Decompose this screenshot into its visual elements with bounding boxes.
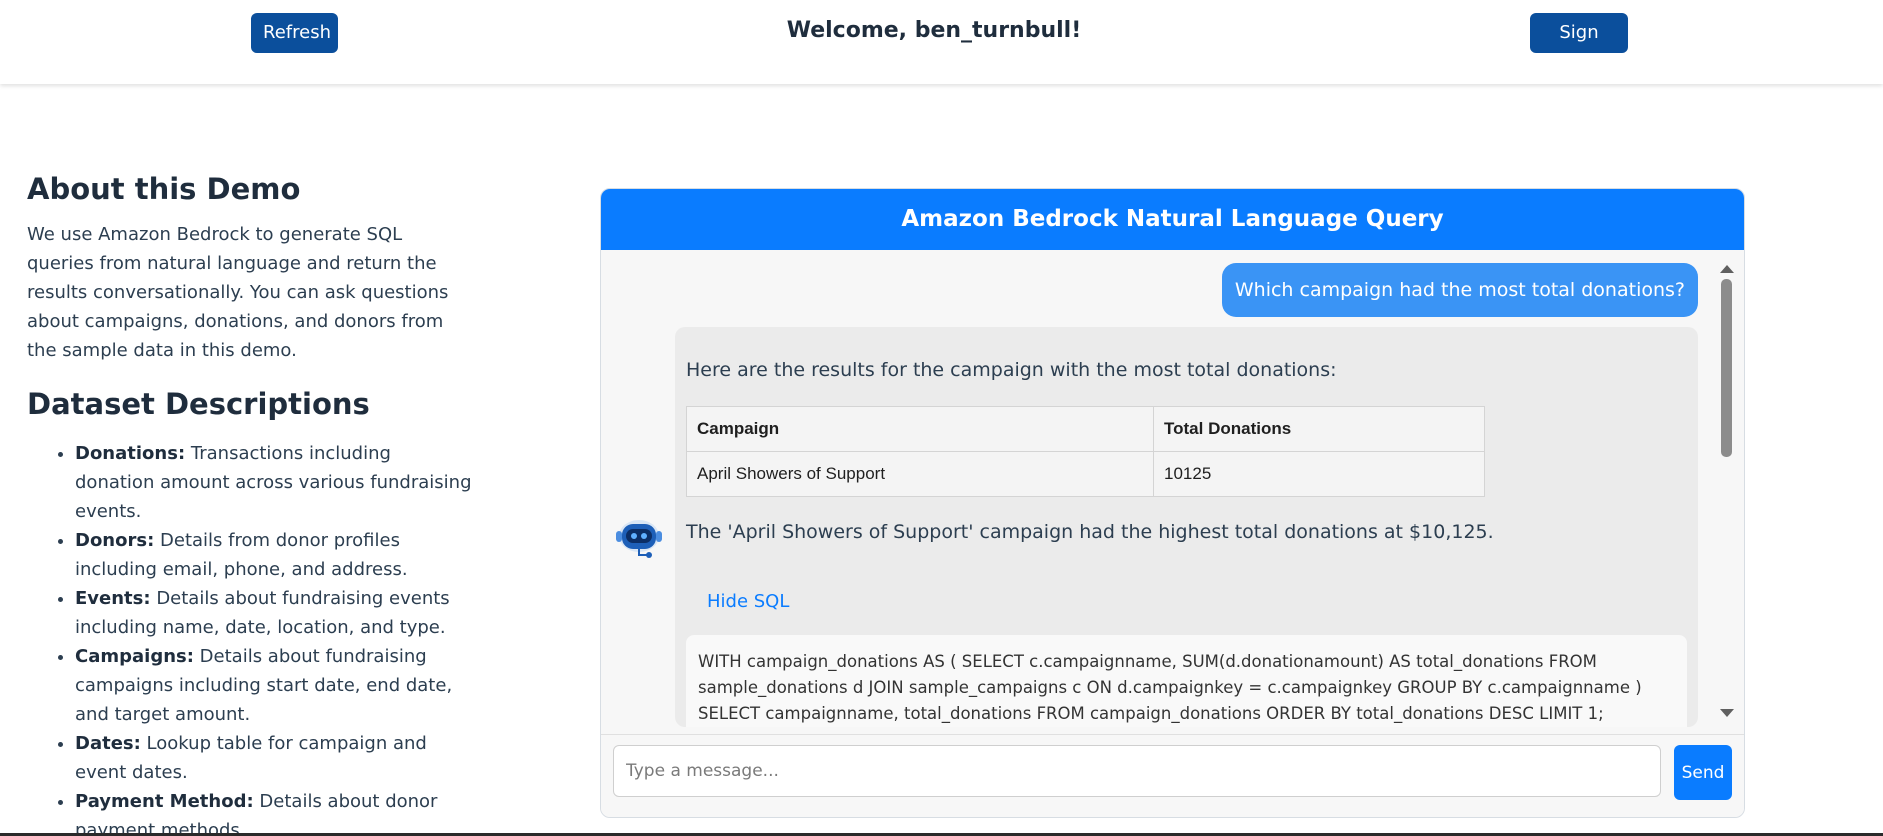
dataset-name: Events: xyxy=(75,588,151,609)
scroll-down-arrow-icon[interactable] xyxy=(1720,709,1734,717)
sql-query-box: WITH campaign_donations AS ( SELECT c.ca… xyxy=(686,635,1687,727)
dataset-name: Donors: xyxy=(75,530,155,551)
message-input[interactable] xyxy=(613,745,1661,797)
dataset-item: Dates: Lookup table for campaign and eve… xyxy=(75,729,475,787)
user-message-bubble: Which campaign had the most total donati… xyxy=(1221,263,1698,317)
dataset-item: Donations: Transactions including donati… xyxy=(75,439,475,526)
column-header: Total Donations xyxy=(1153,406,1485,452)
bot-message-bubble: Here are the results for the campaign wi… xyxy=(675,327,1698,727)
about-text: We use Amazon Bedrock to generate SQL qu… xyxy=(27,224,449,361)
sign-out-button[interactable]: Sign Out xyxy=(1530,13,1628,83)
scrollbar-thumb[interactable] xyxy=(1721,279,1732,457)
table-cell: April Showers of Support xyxy=(686,451,1154,497)
results-table: Campaign Total Donations April Showers o… xyxy=(686,406,1485,497)
table-row: April Showers of Support 10125 xyxy=(686,451,1485,497)
table-header-row: Campaign Total Donations xyxy=(686,406,1485,452)
top-navbar: Refresh Welcome, ben_turnbull! Sign Out xyxy=(0,0,1883,84)
bot-intro-text: Here are the results for the campaign wi… xyxy=(686,359,1337,381)
about-title: About this Demo xyxy=(27,172,301,206)
dataset-item: Payment Method: Details about donor paym… xyxy=(75,787,475,836)
chat-title: Amazon Bedrock Natural Language Query xyxy=(601,189,1744,250)
message-input-row: Send xyxy=(601,734,1744,817)
dataset-name: Dates: xyxy=(75,733,141,754)
send-button[interactable]: Send xyxy=(1674,745,1732,800)
bot-summary-text: The 'April Showers of Support' campaign … xyxy=(686,521,1494,543)
hide-sql-link[interactable]: Hide SQL xyxy=(707,591,789,612)
dataset-list: Donations: Transactions including donati… xyxy=(27,439,472,836)
robot-icon xyxy=(613,515,665,561)
chat-scrollbar[interactable] xyxy=(1718,265,1734,717)
datasets-title: Dataset Descriptions xyxy=(27,387,370,421)
dataset-name: Campaigns: xyxy=(75,646,194,667)
dataset-item: Donors: Details from donor profiles incl… xyxy=(75,526,475,584)
dataset-item: Campaigns: Details about fundraising cam… xyxy=(75,642,475,729)
scroll-up-arrow-icon[interactable] xyxy=(1720,265,1734,273)
dataset-name: Donations: xyxy=(75,443,186,464)
chat-panel: Amazon Bedrock Natural Language Query Wh… xyxy=(600,188,1745,818)
info-sidebar: About this Demo We use Amazon Bedrock to… xyxy=(27,172,472,836)
dataset-name: Payment Method: xyxy=(75,791,254,812)
table-cell: 10125 xyxy=(1153,451,1485,497)
dataset-item: Events: Details about fundraising events… xyxy=(75,584,475,642)
column-header: Campaign xyxy=(686,406,1154,452)
